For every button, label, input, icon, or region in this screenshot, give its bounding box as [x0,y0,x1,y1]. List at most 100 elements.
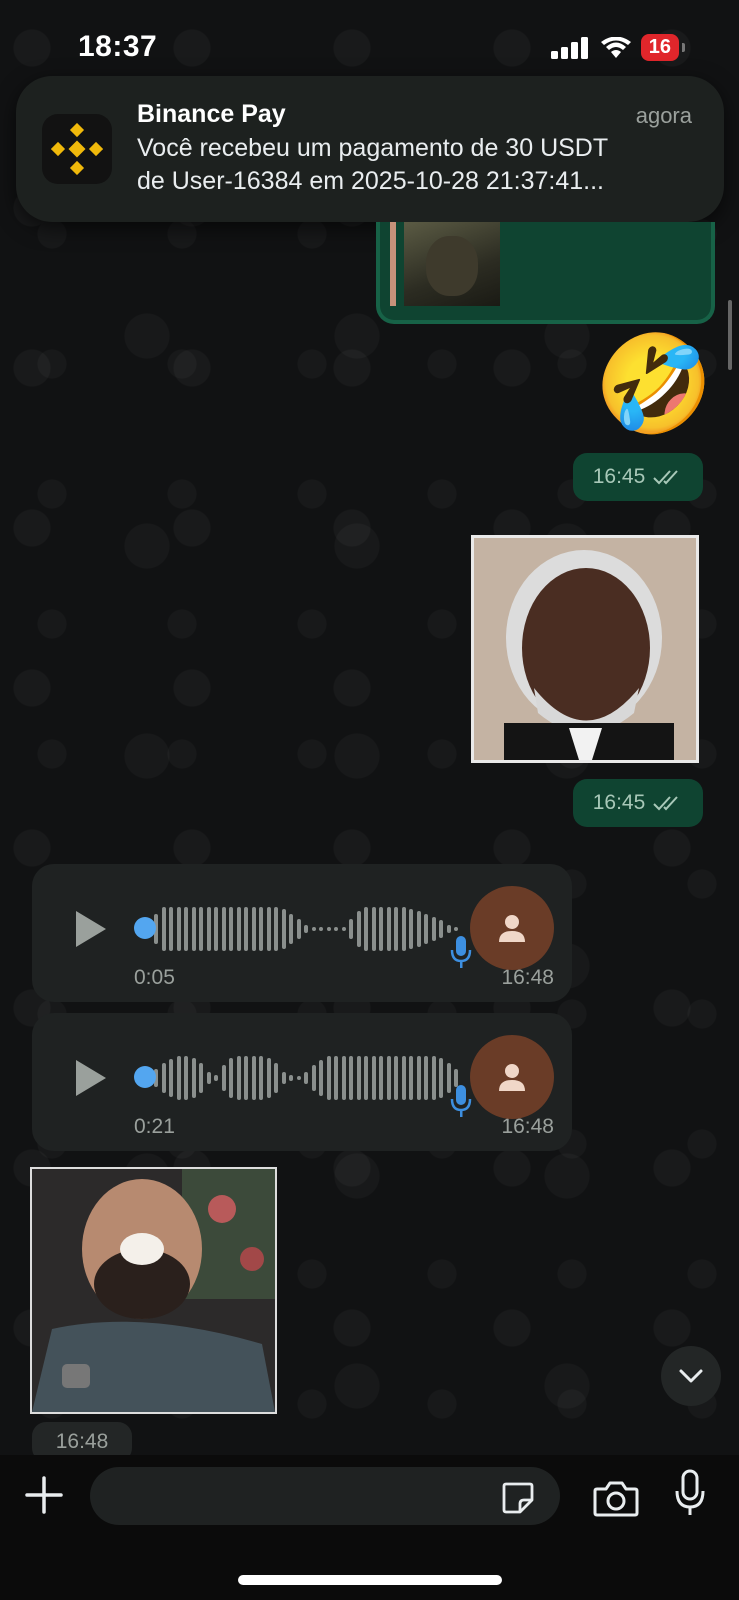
play-icon[interactable] [74,1058,108,1098]
double-check-icon [653,470,679,485]
waveform-bar [176,1056,181,1100]
laughing-man-image [32,1169,275,1412]
compose-bar [0,1455,739,1600]
person-icon [499,1064,525,1091]
playback-position-dot[interactable] [134,1066,156,1088]
waveform-bar [266,907,271,951]
waveform-bar [424,914,428,944]
quoted-image-thumbnail[interactable] [404,222,500,306]
message-time-pill: 16:45 [573,779,703,827]
waveform-bar [409,1056,413,1100]
waveform-bar [311,1065,316,1091]
waveform-bar [319,927,323,931]
waveform-bar [274,1063,278,1093]
waveform-bar [289,1075,293,1081]
waveform-bar [184,1056,188,1100]
mic-icon [450,936,472,968]
binance-logo-icon [42,114,112,184]
waveform-bar [236,907,241,951]
waveform-bar [221,907,226,951]
waveform-bar [311,927,316,931]
waveform-bar [431,1056,436,1100]
audio-waveform[interactable] [154,904,458,954]
waveform-bar [454,927,458,931]
waveform-bar [341,927,346,931]
waveform-bar [289,914,293,944]
waveform-bar [446,925,451,933]
message-time: 16:48 [55,1430,109,1453]
voice-duration: 0:21 [134,1115,175,1138]
waveform-bar [296,1076,301,1080]
waveform-bar [304,925,308,933]
sent-message-reply[interactable] [376,222,715,324]
wifi-icon [600,36,631,58]
waveform-bar [439,1058,443,1098]
waveform-bar [169,1059,173,1097]
waveform-bar [326,1056,331,1100]
mic-icon [450,1085,472,1117]
waveform-bar [394,907,398,951]
waveform-bar [371,1056,376,1100]
waveform-bar [161,907,166,951]
sent-photo[interactable] [471,535,699,763]
waveform-bar [341,1056,346,1100]
waveform-bar [214,1075,218,1081]
portrait-image [474,538,696,760]
waveform-bar [334,1056,338,1100]
voice-message: 0:05 16:48 [32,864,572,1002]
chevron-down-icon [679,1369,703,1383]
waveform-bar [439,920,443,938]
status-icons: 16 [550,34,686,61]
waveform-bar [191,907,196,951]
waveform-bar [191,1058,196,1098]
notification-body: Você recebeu um pagamento de 30 USDT de … [137,132,697,198]
emoji-message[interactable]: 🤣 [594,330,714,440]
waveform-bar [244,907,248,951]
waveform-bar [319,1060,323,1096]
sticker-icon[interactable] [500,1480,536,1516]
message-time: 16:45 [592,465,646,488]
waveform-bar [356,1056,361,1100]
waveform-bar [229,1058,233,1098]
voice-duration: 0:05 [134,966,175,989]
avatar [470,886,554,970]
notification-banner[interactable]: Binance Pay agora Você recebeu um pagame… [16,76,724,222]
notification-line-1: Você recebeu um pagamento de 30 USDT [137,134,609,162]
waveform-bar [206,1072,211,1084]
waveform-bar [304,1072,308,1084]
status-time: 18:37 [78,30,158,63]
waveform-bar [416,911,421,947]
waveform-bar [184,907,188,951]
notification-time: agora [635,103,692,128]
play-icon[interactable] [74,909,108,949]
mic-icon[interactable] [674,1469,706,1517]
playback-position-dot[interactable] [134,917,156,939]
message-input[interactable] [90,1467,560,1525]
audio-waveform[interactable] [154,1053,458,1103]
waveform-bar [176,907,181,951]
waveform-bar [169,907,173,951]
waveform-bar [349,1056,353,1100]
waveform-bar [356,911,361,947]
received-gif[interactable] [30,1167,277,1414]
scrollbar[interactable] [728,300,732,370]
scroll-to-bottom-button[interactable] [661,1346,721,1406]
waveform-bar [251,907,256,951]
waveform-bar [259,1056,263,1100]
voice-message: 0:21 16:48 [32,1013,572,1151]
waveform-bar [394,1056,398,1100]
plus-icon[interactable] [24,1475,64,1515]
waveform-bar [371,907,376,951]
waveform-bar [386,1056,391,1100]
waveform-bar [364,907,368,951]
waveform-bar [379,907,383,951]
notification-line-2: de User-16384 em 2025-10-28 21:37:41... [137,167,604,195]
double-check-icon [653,796,679,811]
waveform-bar [244,1056,248,1100]
waveform-bar [409,909,413,949]
message-time-pill: 16:45 [573,453,703,501]
waveform-bar [274,907,278,951]
waveform-bar [379,1056,383,1100]
camera-icon[interactable] [593,1481,639,1517]
quote-bar [390,222,396,306]
